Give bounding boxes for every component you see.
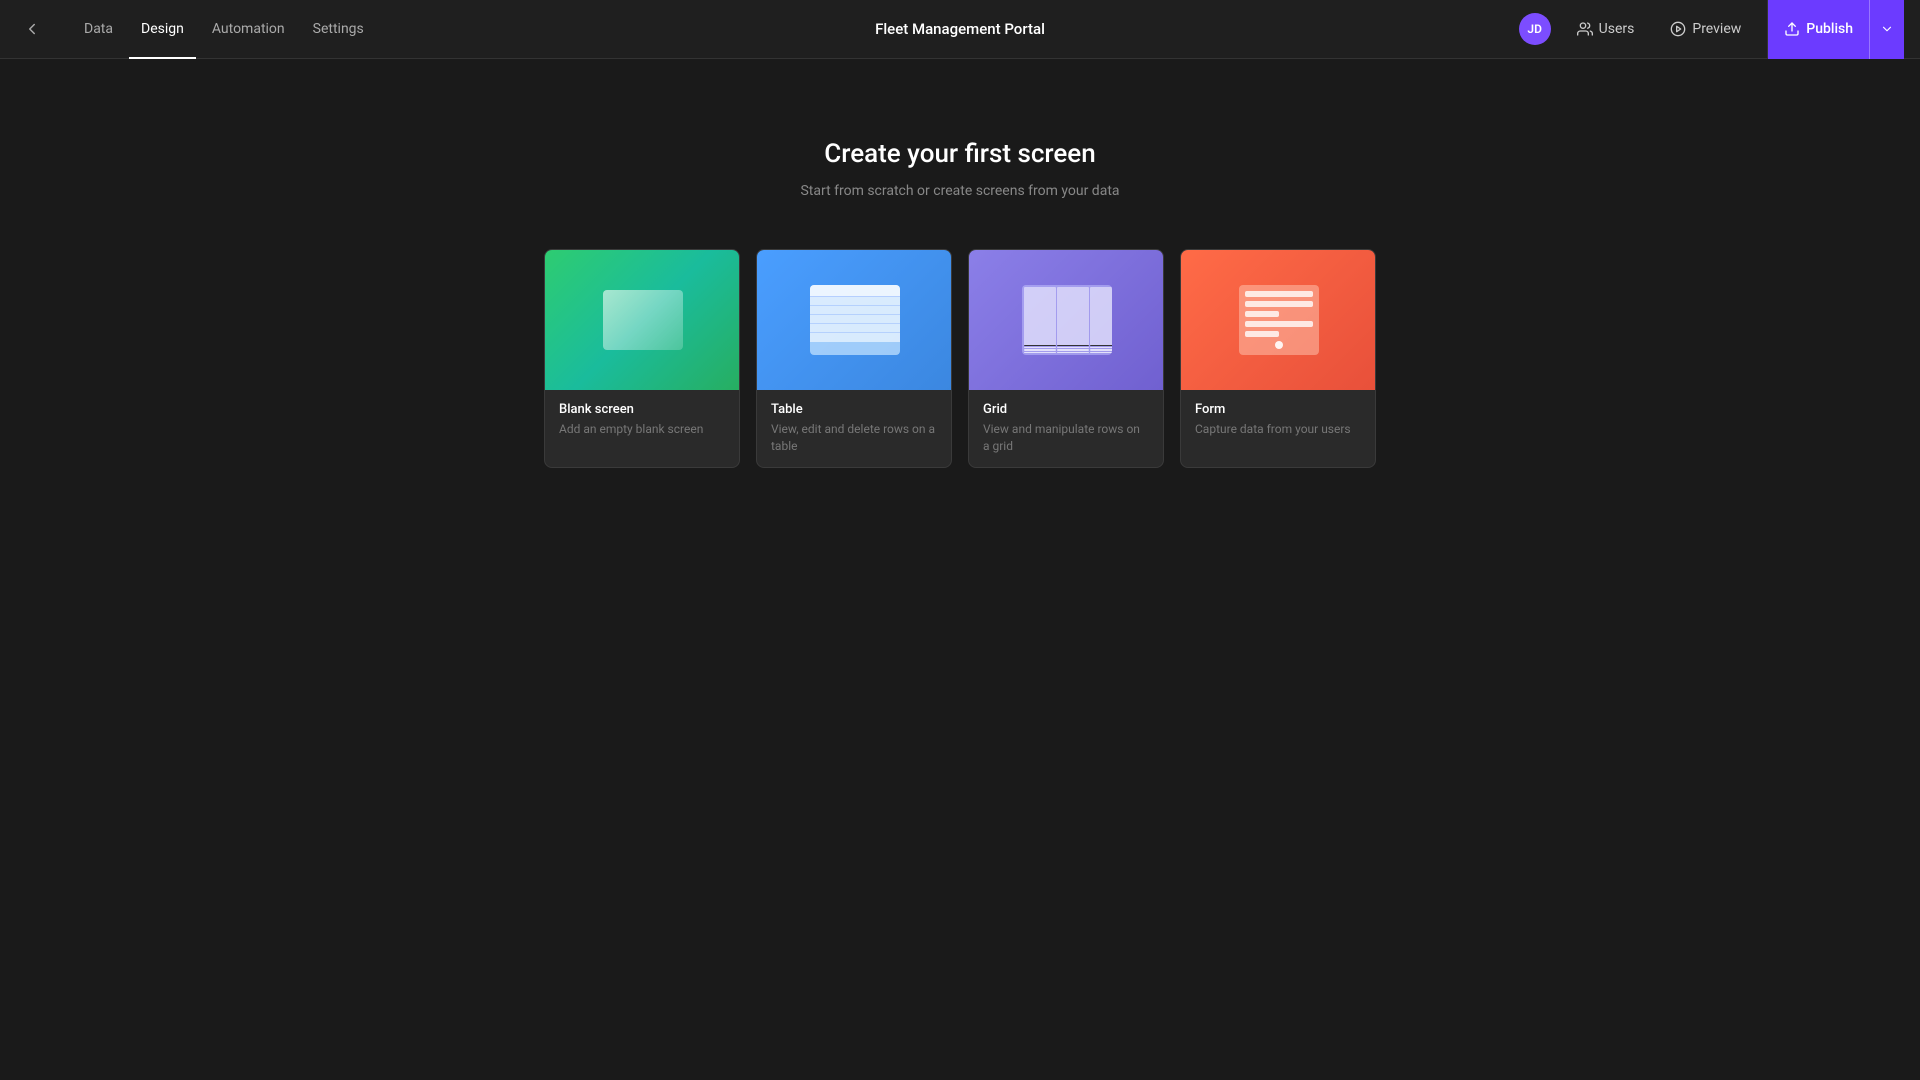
- grid-cell: [1090, 347, 1112, 348]
- header-left: Data Design Automation Settings: [16, 0, 376, 59]
- nav-tabs: Data Design Automation Settings: [72, 0, 376, 59]
- grid-cell: [1024, 287, 1056, 346]
- table-thumb-row: [810, 306, 900, 315]
- back-button[interactable]: [16, 13, 48, 45]
- grid-cell: [1090, 349, 1112, 350]
- card-blank[interactable]: Blank screen Add an empty blank screen: [544, 249, 740, 468]
- card-table-description: View, edit and delete rows on a table: [771, 421, 937, 455]
- card-blank-thumbnail: [545, 250, 740, 390]
- user-avatar[interactable]: JD: [1519, 13, 1551, 45]
- card-table-info: Table View, edit and delete rows on a ta…: [757, 390, 951, 467]
- publish-button[interactable]: Publish: [1767, 0, 1869, 59]
- table-thumb-row: [810, 324, 900, 333]
- card-grid-thumbnail: [969, 250, 1164, 390]
- grid-cell: [1024, 352, 1056, 353]
- preview-button[interactable]: Preview: [1660, 15, 1751, 43]
- card-blank-name: Blank screen: [559, 402, 725, 417]
- card-form-thumbnail: [1181, 250, 1376, 390]
- page-subtitle: Start from scratch or create screens fro…: [800, 183, 1119, 199]
- grid-cell: [1057, 347, 1089, 348]
- table-thumbnail-graphic: [810, 285, 900, 355]
- blank-thumbnail-graphic: [603, 290, 683, 350]
- card-form-info: Form Capture data from your users: [1181, 390, 1375, 450]
- grid-cell: [1024, 349, 1056, 350]
- card-table[interactable]: Table View, edit and delete rows on a ta…: [756, 249, 952, 468]
- publish-group: Publish: [1767, 0, 1904, 59]
- app-title: Fleet Management Portal: [875, 20, 1045, 38]
- table-thumb-row: [810, 297, 900, 306]
- publish-icon: [1784, 21, 1800, 37]
- form-line: [1245, 321, 1313, 327]
- card-grid-info: Grid View and manipulate rows on a grid: [969, 390, 1163, 467]
- users-label: Users: [1599, 21, 1635, 37]
- header: Data Design Automation Settings Fleet Ma…: [0, 0, 1920, 59]
- card-blank-description: Add an empty blank screen: [559, 421, 725, 438]
- preview-icon: [1670, 21, 1686, 37]
- preview-label: Preview: [1692, 21, 1741, 37]
- tab-automation[interactable]: Automation: [200, 0, 297, 59]
- tab-data[interactable]: Data: [72, 0, 125, 59]
- screen-type-cards: Blank screen Add an empty blank screen T…: [544, 249, 1376, 468]
- form-line: [1245, 311, 1279, 317]
- grid-cell: [1057, 349, 1089, 350]
- form-line: [1245, 301, 1313, 307]
- publish-dropdown-button[interactable]: [1869, 0, 1904, 59]
- chevron-down-icon: [1880, 22, 1894, 36]
- form-line: [1245, 331, 1279, 337]
- tab-settings[interactable]: Settings: [301, 0, 376, 59]
- users-icon: [1577, 21, 1593, 37]
- grid-cell: [1090, 352, 1112, 353]
- tab-design[interactable]: Design: [129, 0, 196, 59]
- grid-cell: [1057, 287, 1089, 346]
- form-line: [1245, 291, 1313, 297]
- grid-thumbnail-graphic: [1022, 285, 1112, 355]
- grid-cell: [1024, 347, 1056, 348]
- card-blank-info: Blank screen Add an empty blank screen: [545, 390, 739, 450]
- card-grid[interactable]: Grid View and manipulate rows on a grid: [968, 249, 1164, 468]
- grid-cell: [1057, 352, 1089, 353]
- card-form-description: Capture data from your users: [1195, 421, 1361, 438]
- page-title: Create your first screen: [824, 139, 1095, 169]
- grid-cell: [1090, 287, 1112, 346]
- card-form[interactable]: Form Capture data from your users: [1180, 249, 1376, 468]
- users-button[interactable]: Users: [1567, 15, 1645, 43]
- card-form-name: Form: [1195, 402, 1361, 417]
- table-thumb-row: [810, 333, 900, 342]
- card-table-thumbnail: [757, 250, 952, 390]
- form-dot: [1275, 341, 1283, 349]
- card-grid-description: View and manipulate rows on a grid: [983, 421, 1149, 455]
- table-thumb-header: [810, 285, 900, 297]
- card-grid-name: Grid: [983, 402, 1149, 417]
- header-right: JD Users Preview: [1519, 0, 1904, 59]
- table-thumb-row: [810, 315, 900, 324]
- form-thumbnail-graphic: [1239, 285, 1319, 355]
- main-content: Create your first screen Start from scra…: [0, 59, 1920, 468]
- publish-label: Publish: [1806, 21, 1853, 37]
- card-table-name: Table: [771, 402, 937, 417]
